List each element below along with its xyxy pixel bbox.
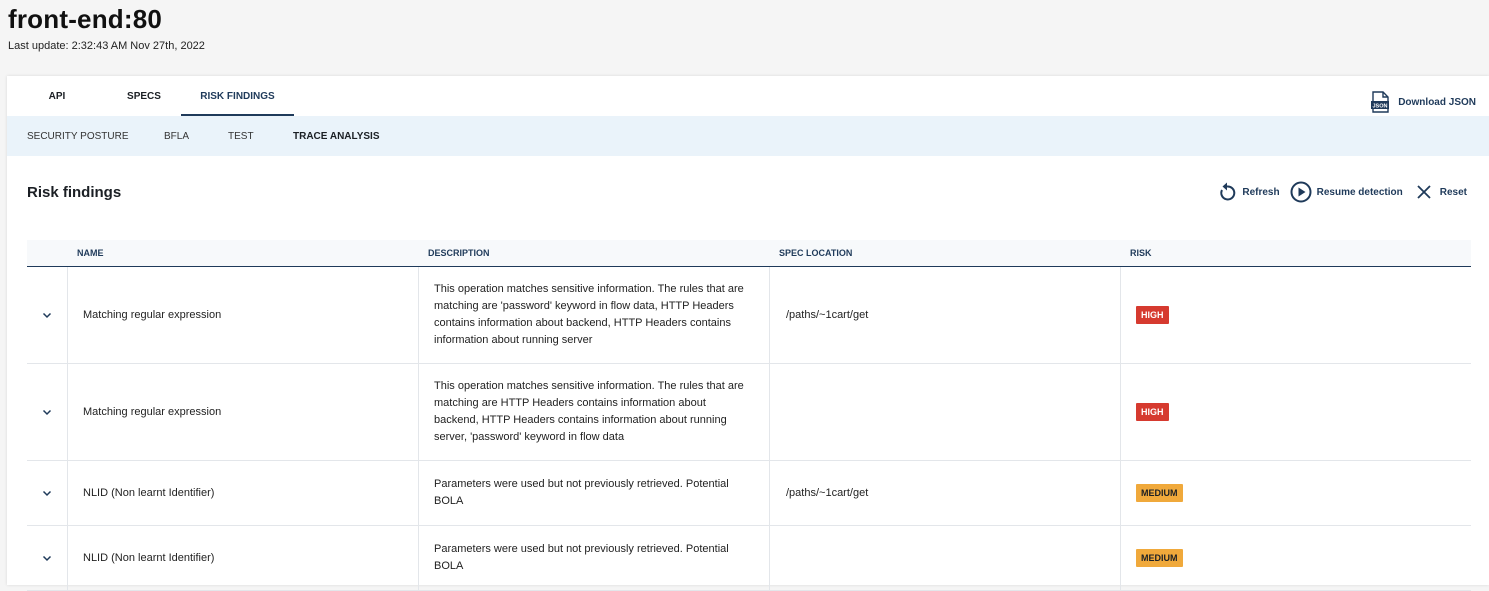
finding-description: Parameters were used but not previously … (418, 461, 769, 525)
risk-badge: HIGH (1136, 403, 1169, 421)
column-header-name[interactable]: NAME (77, 240, 104, 266)
finding-spec-location (769, 364, 1120, 460)
svg-text:JSON: JSON (1373, 104, 1388, 110)
finding-name: Matching regular expression (67, 267, 418, 363)
expand-row-button[interactable] (27, 267, 67, 363)
finding-risk-cell: MEDIUM (1120, 461, 1471, 525)
section-title: Risk findings (27, 184, 122, 201)
resume-detection-label: Resume detection (1316, 186, 1403, 198)
table-row[interactable]: NLID (Non learnt Identifier) Parameters w… (27, 526, 1471, 591)
tab-api-details[interactable]: API DETAILS (27, 76, 87, 144)
finding-name: NLID (Non learnt Identifier) (67, 526, 418, 590)
subtab-test[interactable]: TEST (228, 116, 254, 156)
chevron-down-icon (42, 409, 52, 416)
column-header-description[interactable]: DESCRIPTION (428, 240, 490, 266)
risk-badge: MEDIUM (1136, 484, 1183, 502)
expand-row-button[interactable] (27, 461, 67, 525)
refresh-icon (1220, 182, 1236, 201)
column-header-spec-location[interactable]: SPEC LOCATION (779, 240, 852, 266)
tab-risk-findings[interactable]: RISK FINDINGS (181, 76, 294, 116)
chevron-down-icon (42, 490, 52, 497)
refresh-button[interactable]: Refresh (1217, 181, 1280, 203)
finding-description: This operation matches sensitive informa… (418, 267, 769, 363)
reset-button[interactable]: Reset (1416, 184, 1467, 200)
finding-risk-cell: MEDIUM (1120, 526, 1471, 590)
finding-spec-location (769, 526, 1120, 590)
expand-row-button[interactable] (27, 526, 67, 590)
table-header: NAME DESCRIPTION SPEC LOCATION RISK (27, 240, 1471, 267)
finding-spec-location: /paths/~1cart/get (769, 461, 1120, 525)
expand-row-button[interactable] (27, 364, 67, 460)
subtab-bfla[interactable]: BFLA (164, 116, 189, 156)
page-title: front-end:80 (8, 4, 163, 34)
finding-name: NLID (Non learnt Identifier) (67, 461, 418, 525)
play-circle-icon (1290, 181, 1312, 203)
download-json-label: Download JSON (1398, 96, 1476, 108)
finding-spec-location: /paths/~1cart/get (769, 267, 1120, 363)
chevron-down-icon (42, 555, 52, 562)
risk-actions: Refresh Resume detection Reset (1207, 180, 1467, 204)
subtab-trace-analysis[interactable]: TRACE ANALYSIS (293, 116, 380, 156)
reset-label: Reset (1439, 186, 1467, 198)
sub-tabs: SECURITY POSTURE BFLA TEST TRACE ANALYSI… (7, 116, 1489, 156)
details-card: API DETAILS SPECS RISK FINDINGS JSON Dow… (7, 76, 1489, 591)
finding-description: Parameters were used but not previously … (418, 526, 769, 590)
column-header-risk[interactable]: RISK (1130, 240, 1152, 266)
risk-badge: MEDIUM (1136, 549, 1183, 567)
refresh-label: Refresh (1242, 186, 1280, 198)
table-row[interactable]: Matching regular expression This operatio… (27, 364, 1471, 461)
resume-detection-button[interactable]: Resume detection (1290, 181, 1403, 203)
finding-risk-cell: HIGH (1120, 364, 1471, 460)
table-row[interactable]: NLID (Non learnt Identifier) Parameters w… (27, 461, 1471, 526)
main-tabs: API DETAILS SPECS RISK FINDINGS JSON Dow… (7, 76, 1489, 144)
finding-risk-cell: HIGH (1120, 267, 1471, 363)
tab-specs[interactable]: SPECS (125, 76, 163, 116)
close-icon (1417, 185, 1431, 199)
table-row[interactable]: Matching regular expression This operatio… (27, 267, 1471, 364)
chevron-down-icon (42, 312, 52, 319)
last-update-text: Last update: 2:32:43 AM Nov 27th, 2022 (8, 40, 205, 52)
json-file-icon: JSON (1371, 91, 1390, 113)
subtab-security-posture[interactable]: SECURITY POSTURE (27, 116, 129, 156)
download-json-button[interactable]: JSON Download JSON (1371, 90, 1476, 114)
finding-name: Matching regular expression (67, 364, 418, 460)
risk-findings-table: NAME DESCRIPTION SPEC LOCATION RISK Matc… (27, 240, 1471, 591)
risk-badge: HIGH (1136, 306, 1169, 324)
finding-description: This operation matches sensitive informa… (418, 364, 769, 460)
